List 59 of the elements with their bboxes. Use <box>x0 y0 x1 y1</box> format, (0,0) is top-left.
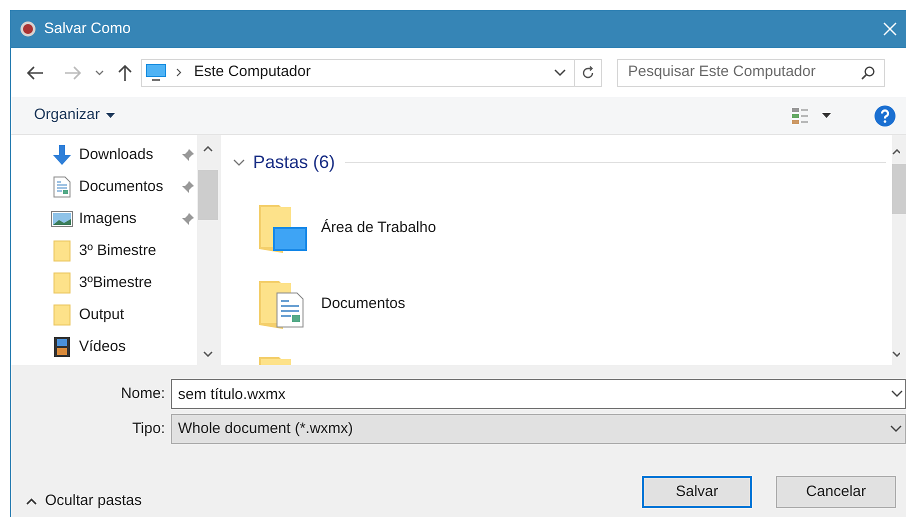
group-header[interactable]: Pastas (6) <box>253 149 336 176</box>
nav-item[interactable]: Documentos <box>11 171 197 203</box>
scroll-down-icon[interactable] <box>892 351 900 357</box>
search-field[interactable]: Pesquisar Este Computador <box>617 58 885 86</box>
nav-item[interactable]: Downloads <box>11 139 197 171</box>
close-icon[interactable] <box>883 22 897 36</box>
nav-item[interactable]: 3º Bimestre <box>11 235 197 267</box>
scroll-up-icon[interactable] <box>892 149 900 155</box>
address-bar[interactable]: Este Computador <box>141 58 602 86</box>
scroll-up-icon[interactable] <box>203 146 213 152</box>
folder-icon <box>53 240 71 262</box>
pin-icon[interactable] <box>181 180 195 194</box>
computer-icon <box>145 62 167 82</box>
scroll-thumb[interactable] <box>892 164 906 214</box>
film-icon <box>53 336 71 358</box>
chevron-down-icon[interactable] <box>891 390 903 398</box>
refresh-icon[interactable] <box>581 66 595 80</box>
nav-item[interactable]: Imagens <box>11 203 197 235</box>
scroll-down-icon[interactable] <box>203 351 213 357</box>
nav-item[interactable]: Vídeos <box>11 331 197 363</box>
up-arrow-icon[interactable] <box>118 64 132 81</box>
pin-icon[interactable] <box>181 212 195 226</box>
hide-folders-toggle[interactable]: Ocultar pastas <box>26 490 142 512</box>
type-label: Tipo: <box>131 418 166 439</box>
address-text: Este Computador <box>194 62 311 82</box>
cancel-button[interactable]: Cancelar <box>776 476 896 508</box>
save-button[interactable]: Salvar <box>642 476 752 508</box>
name-label: Nome: <box>120 384 166 404</box>
search-icon[interactable] <box>861 66 875 80</box>
chevron-down-icon[interactable] <box>554 68 566 76</box>
scrollbar[interactable] <box>197 135 219 365</box>
chevron-up-icon <box>26 498 37 505</box>
scroll-thumb[interactable] <box>198 170 218 220</box>
help-icon[interactable] <box>874 104 896 126</box>
folder-icon <box>53 304 71 326</box>
folder-item[interactable]: Área de Trabalho <box>259 190 892 266</box>
file-type-dropdown[interactable]: Whole document (*.wxmx) <box>171 414 906 444</box>
organize-button[interactable]: Organizar <box>34 104 115 127</box>
breadcrumb-chevron-icon <box>176 68 182 77</box>
nav-item[interactable]: 3ºBimestre <box>11 267 197 299</box>
chevron-down-icon <box>890 425 902 433</box>
scrollbar[interactable] <box>892 135 906 365</box>
desktop-folder-icon <box>259 203 307 253</box>
download-arrow-icon <box>51 144 73 166</box>
caret-icon[interactable] <box>822 113 831 118</box>
view-options-icon[interactable] <box>791 106 809 124</box>
document-icon <box>53 176 71 198</box>
nav-item[interactable]: Output <box>11 299 197 331</box>
chevron-down-icon[interactable] <box>95 70 104 76</box>
folder-icon <box>53 272 71 294</box>
filename-field[interactable]: sem título.wxmx <box>171 379 906 409</box>
caret-icon <box>106 113 115 118</box>
chevron-down-icon[interactable] <box>233 159 245 166</box>
app-icon <box>20 21 36 37</box>
image-icon <box>51 211 73 227</box>
window-title: Salvar Como <box>44 18 131 39</box>
folder-item[interactable]: Documentos <box>259 266 892 342</box>
back-arrow-icon[interactable] <box>26 66 44 80</box>
pin-icon[interactable] <box>181 148 195 162</box>
